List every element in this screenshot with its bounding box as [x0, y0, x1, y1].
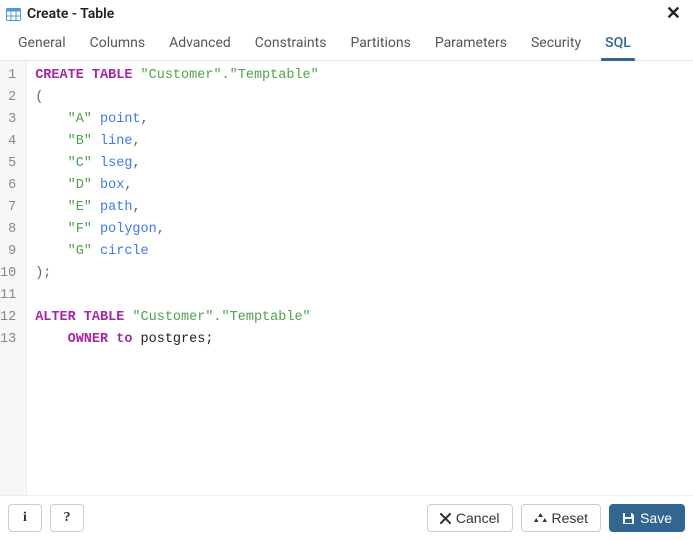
tab-bar: General Columns Advanced Constraints Par… — [0, 27, 693, 61]
col-type: path — [100, 200, 132, 215]
sql-editor: 1 2 3 4 5 6 7 8 9 10 11 12 13 CREATE TAB… — [0, 61, 693, 496]
tab-columns[interactable]: Columns — [78, 27, 157, 60]
tab-advanced[interactable]: Advanced — [157, 27, 243, 60]
close-icon[interactable]: ✕ — [662, 5, 685, 23]
indent — [35, 222, 67, 237]
line-num: 5 — [0, 153, 18, 175]
tab-security[interactable]: Security — [519, 27, 593, 60]
tab-general[interactable]: General — [6, 27, 78, 60]
tab-constraints[interactable]: Constraints — [243, 27, 339, 60]
col-type: point — [100, 112, 141, 127]
owner-val: postgres; — [141, 332, 214, 347]
title-bar: Create - Table ✕ — [0, 0, 693, 27]
save-icon — [622, 512, 635, 525]
reset-button[interactable]: Reset — [521, 504, 602, 532]
col-name: "G" — [68, 244, 92, 259]
line-num: 3 — [0, 109, 18, 131]
col-name: "A" — [68, 112, 92, 127]
indent — [35, 178, 67, 193]
line-num: 12 — [0, 307, 18, 329]
save-label: Save — [640, 511, 672, 525]
indent — [35, 200, 67, 215]
kw-owner: OWNER to — [68, 332, 141, 347]
open-paren: ( — [35, 90, 43, 105]
indent — [35, 244, 67, 259]
line-gutter: 1 2 3 4 5 6 7 8 9 10 11 12 13 — [0, 61, 27, 495]
col-type: line — [100, 134, 132, 149]
col-type: polygon — [100, 222, 157, 237]
col-name: "E" — [68, 200, 92, 215]
line-num: 6 — [0, 175, 18, 197]
reset-label: Reset — [552, 511, 589, 525]
recycle-icon — [534, 512, 547, 524]
close-paren: ); — [35, 266, 51, 281]
col-name: "F" — [68, 222, 92, 237]
line-num: 7 — [0, 197, 18, 219]
tab-sql[interactable]: SQL — [593, 27, 643, 60]
col-type: box — [100, 178, 124, 193]
line-num: 11 — [0, 285, 18, 307]
close-icon — [440, 513, 451, 524]
table-icon — [6, 8, 21, 21]
line-num: 4 — [0, 131, 18, 153]
info-button[interactable]: i — [8, 504, 42, 532]
col-name: "D" — [68, 178, 92, 193]
indent — [35, 112, 67, 127]
line-num: 9 — [0, 241, 18, 263]
cancel-label: Cancel — [456, 511, 500, 525]
line-num: 8 — [0, 219, 18, 241]
line-num: 2 — [0, 87, 18, 109]
kw-create: CREATE TABLE — [35, 68, 140, 83]
tab-partitions[interactable]: Partitions — [338, 27, 422, 60]
indent — [35, 156, 67, 171]
col-type: lseg — [100, 156, 132, 171]
dialog-title: Create - Table — [27, 6, 114, 22]
col-type: circle — [100, 244, 149, 259]
indent — [35, 134, 67, 149]
kw-alter: ALTER TABLE — [35, 310, 132, 325]
cancel-button[interactable]: Cancel — [427, 504, 513, 532]
col-name: "C" — [68, 156, 92, 171]
indent — [35, 332, 67, 347]
col-name: "B" — [68, 134, 92, 149]
table-name: "Customer"."Temptable" — [141, 68, 319, 83]
line-num: 10 — [0, 263, 18, 285]
save-button[interactable]: Save — [609, 504, 685, 532]
tab-parameters[interactable]: Parameters — [423, 27, 519, 60]
sql-code[interactable]: CREATE TABLE "Customer"."Temptable" ( "A… — [27, 61, 693, 495]
line-num: 1 — [0, 65, 18, 87]
dialog-footer: i ? Cancel Reset Save — [0, 496, 693, 540]
help-button[interactable]: ? — [50, 504, 84, 532]
table-name: "Customer"."Temptable" — [132, 310, 310, 325]
line-num: 13 — [0, 329, 18, 351]
